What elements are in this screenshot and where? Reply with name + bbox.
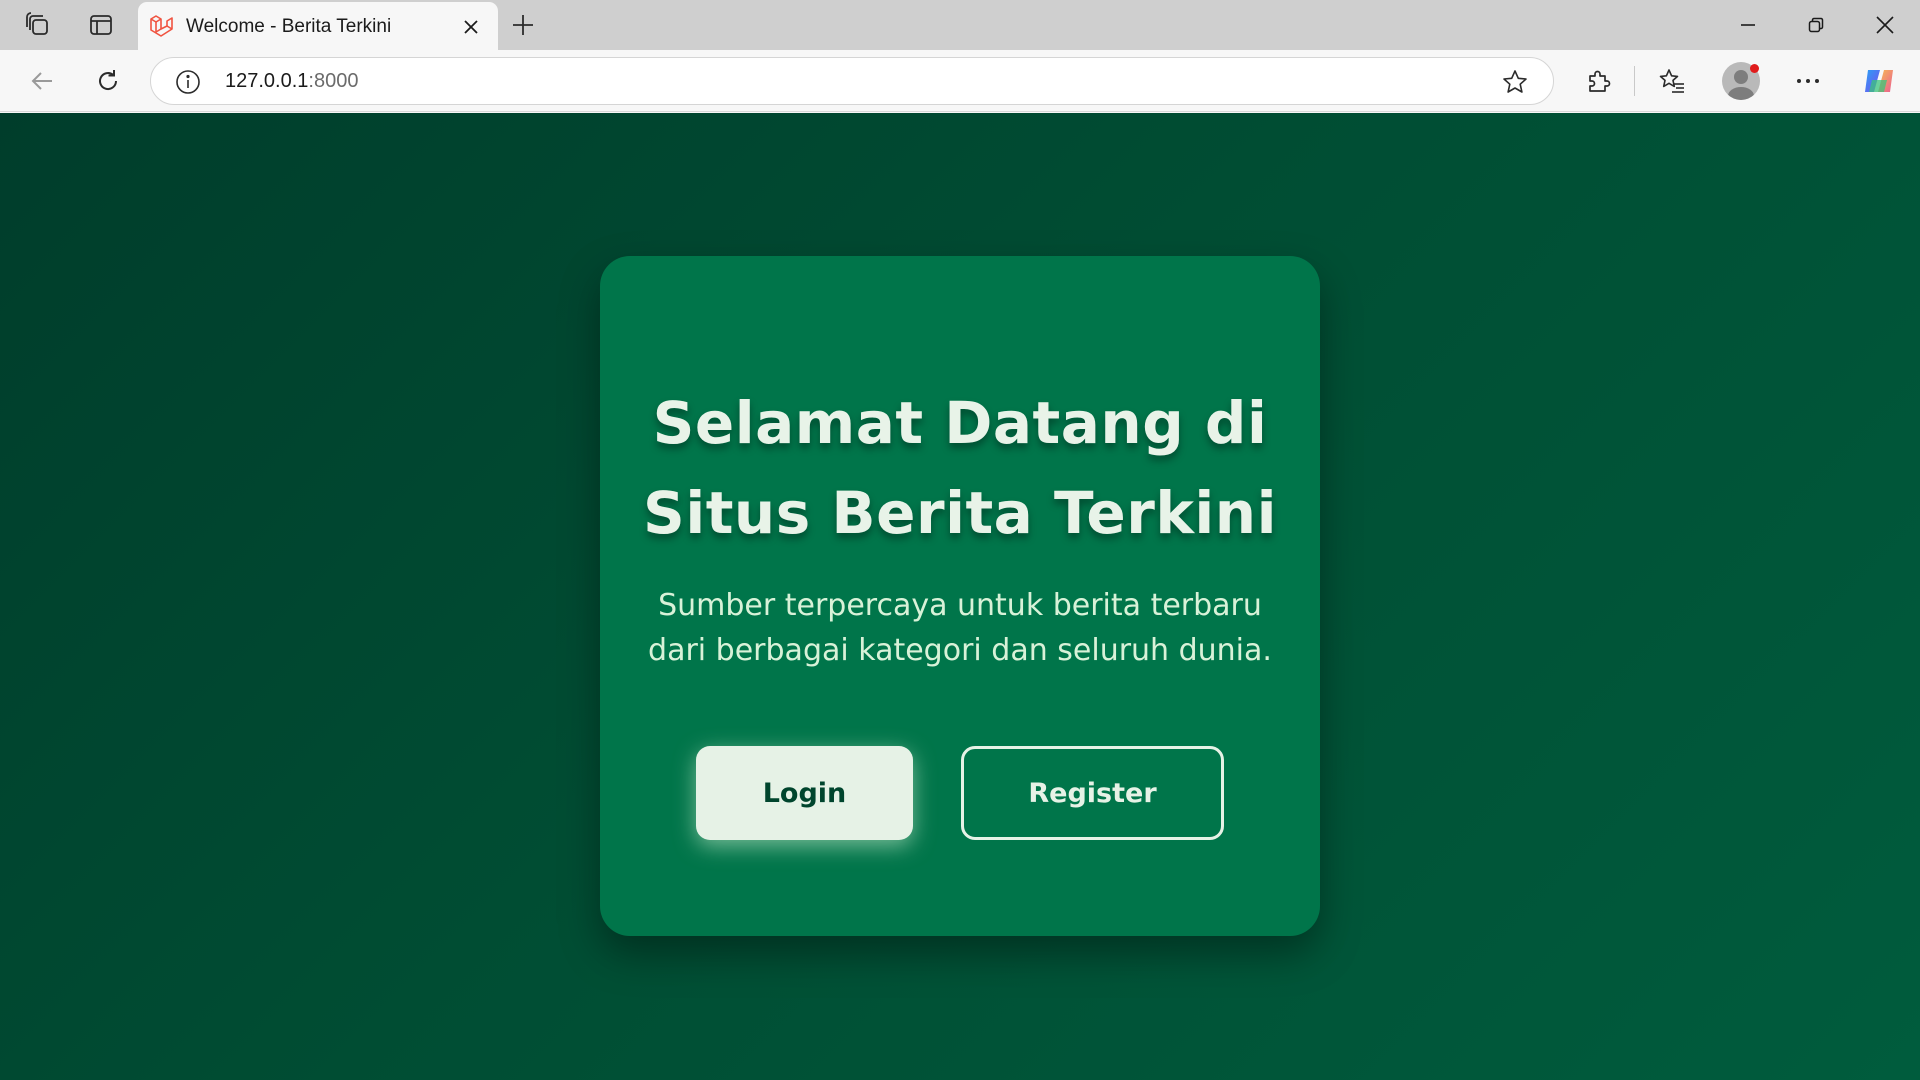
- favorites-list-icon[interactable]: [1650, 59, 1694, 103]
- workspaces-icon[interactable]: [18, 8, 58, 42]
- close-window-icon[interactable]: [1857, 5, 1913, 45]
- star-icon[interactable]: [1501, 68, 1529, 96]
- back-arrow-icon[interactable]: [20, 59, 64, 103]
- register-button[interactable]: Register: [961, 746, 1224, 840]
- minimize-icon[interactable]: [1720, 5, 1776, 45]
- refresh-icon[interactable]: [86, 59, 130, 103]
- restore-icon[interactable]: [1788, 5, 1844, 45]
- more-icon[interactable]: [1786, 59, 1830, 103]
- laravel-icon: [148, 14, 174, 40]
- page-viewport: Selamat Datang di Situs Berita Terkini S…: [0, 113, 1920, 1080]
- address-bar[interactable]: 127.0.0.1:8000: [150, 57, 1554, 105]
- notification-dot: [1750, 64, 1759, 73]
- copilot-icon[interactable]: [1862, 64, 1896, 98]
- url-port: :8000: [308, 70, 359, 92]
- browser-tab-strip: Welcome - Berita Terkini: [0, 0, 1920, 50]
- puzzle-icon[interactable]: [1576, 59, 1620, 103]
- close-tab-icon[interactable]: [458, 14, 484, 40]
- page-subtitle: Sumber terpercaya untuk berita terbaru d…: [648, 588, 1272, 668]
- tab-title: Welcome - Berita Terkini: [186, 16, 392, 37]
- welcome-card: Selamat Datang di Situs Berita Terkini S…: [600, 256, 1320, 936]
- address-url[interactable]: 127.0.0.1:8000: [225, 70, 358, 93]
- tab-actions-icon[interactable]: [81, 8, 121, 42]
- active-tab[interactable]: Welcome - Berita Terkini: [138, 2, 498, 50]
- login-button[interactable]: Login: [696, 746, 913, 840]
- browser-toolbar: 127.0.0.1:8000: [0, 50, 1920, 112]
- info-icon[interactable]: [175, 69, 201, 95]
- page-title: Selamat Datang di Situs Berita Terkini: [643, 389, 1277, 547]
- toolbar-separator: [1634, 66, 1635, 96]
- url-host: 127.0.0.1: [225, 70, 309, 92]
- new-tab-plus-icon[interactable]: [503, 8, 543, 42]
